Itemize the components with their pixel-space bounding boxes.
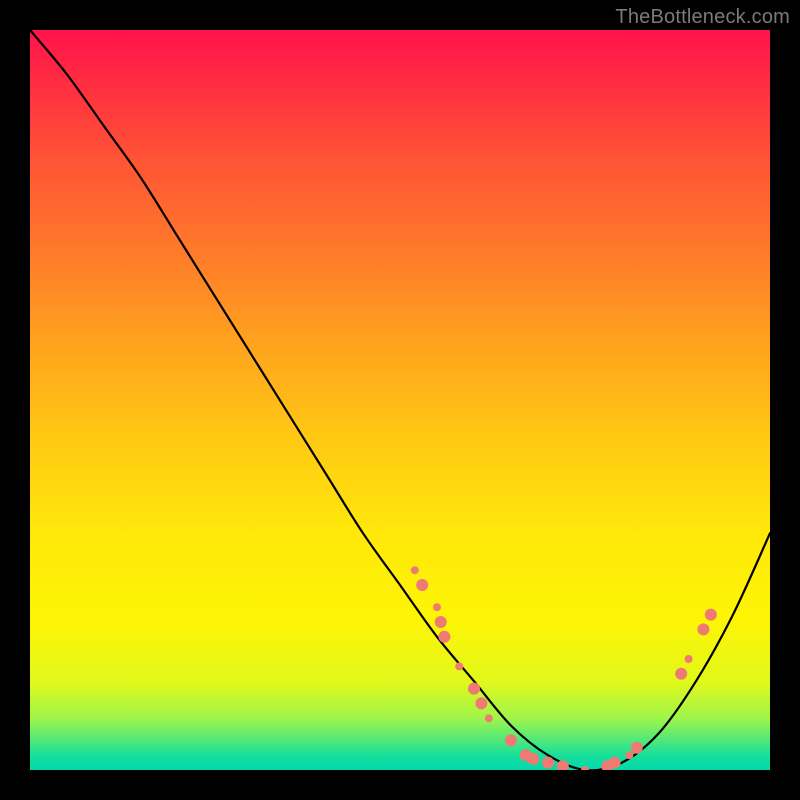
sample-point [475, 697, 487, 709]
sample-point [675, 668, 687, 680]
sample-point [438, 631, 450, 643]
sample-point [433, 603, 441, 611]
sample-point [609, 757, 621, 769]
sample-point [505, 734, 517, 746]
sample-point [625, 751, 633, 759]
watermark-text: TheBottleneck.com [615, 6, 790, 29]
sample-point [581, 766, 589, 770]
plot-area [30, 30, 770, 770]
sample-point [411, 566, 419, 574]
sample-point [697, 623, 709, 635]
sample-point [416, 579, 428, 591]
sample-points-group [411, 566, 717, 770]
bottleneck-curve [30, 30, 770, 770]
sample-point [685, 655, 693, 663]
chart-container: TheBottleneck.com [0, 0, 800, 800]
sample-point [631, 742, 643, 754]
sample-point [542, 757, 554, 769]
sample-point [435, 616, 447, 628]
chart-svg [30, 30, 770, 770]
sample-point [705, 609, 717, 621]
sample-point [455, 662, 463, 670]
sample-point [527, 753, 539, 765]
sample-point [485, 714, 493, 722]
sample-point [468, 683, 480, 695]
